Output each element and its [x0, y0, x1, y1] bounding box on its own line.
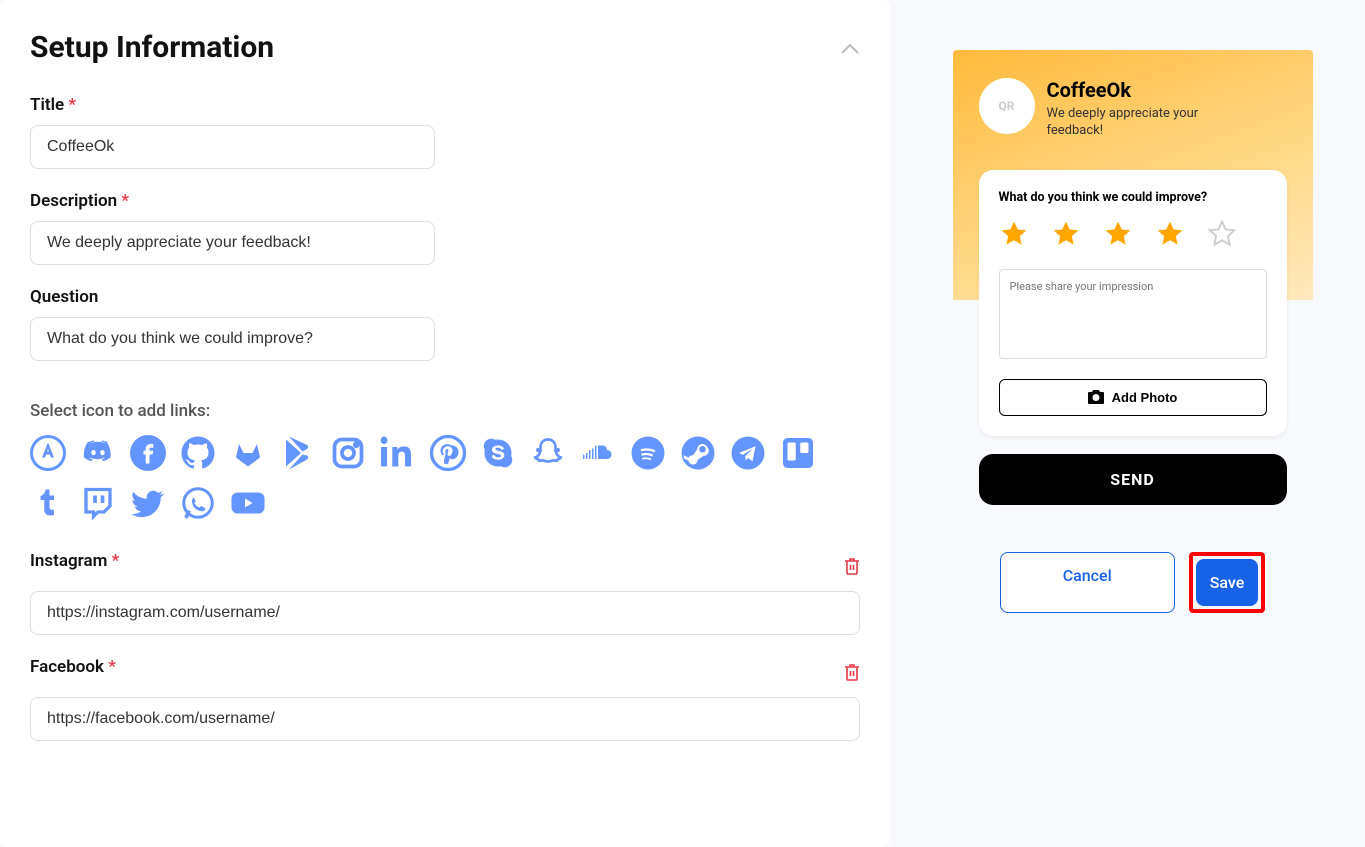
facebook-icon[interactable] — [130, 435, 166, 471]
spotify-icon[interactable] — [630, 435, 666, 471]
instagram-label: Instagram * — [30, 551, 119, 571]
section-header: Setup Information — [30, 30, 860, 65]
question-field-group: Question — [30, 287, 860, 361]
description-input[interactable] — [30, 221, 435, 265]
instagram-input[interactable] — [30, 591, 860, 635]
preview-question: What do you think we could improve? — [999, 190, 1267, 205]
preview-avatar: QR — [979, 78, 1035, 134]
star-3-icon[interactable] — [1103, 219, 1133, 249]
star-4-icon[interactable] — [1155, 219, 1185, 249]
send-button[interactable]: SEND — [979, 454, 1287, 505]
youtube-icon[interactable] — [230, 485, 266, 521]
facebook-link-group: Facebook * — [30, 657, 860, 741]
preview-title: CoffeeOk — [1047, 78, 1247, 102]
description-label: Description * — [30, 191, 860, 211]
title-input[interactable] — [30, 125, 435, 169]
facebook-input[interactable] — [30, 697, 860, 741]
title-field-group: Title * — [30, 95, 860, 169]
preview-feedback-card: What do you think we could improve? Add … — [979, 170, 1287, 436]
star-1-icon[interactable] — [999, 219, 1029, 249]
question-input[interactable] — [30, 317, 435, 361]
tumblr-icon[interactable] — [30, 485, 66, 521]
facebook-label: Facebook * — [30, 657, 116, 677]
gitlab-icon[interactable] — [230, 435, 266, 471]
question-label: Question — [30, 287, 860, 307]
save-button[interactable]: Save — [1196, 559, 1259, 606]
preview-panel: QR CoffeeOk We deeply appreciate your fe… — [890, 0, 1365, 847]
soundcloud-icon[interactable] — [580, 435, 616, 471]
setup-form-panel: Setup Information Title * Description * … — [0, 0, 890, 847]
add-photo-button[interactable]: Add Photo — [999, 379, 1267, 416]
delete-instagram-icon[interactable] — [844, 557, 860, 575]
save-button-highlight: Save — [1189, 552, 1266, 613]
linkedin-icon[interactable] — [380, 435, 416, 471]
googleplay-icon[interactable] — [280, 435, 316, 471]
appstore-icon[interactable] — [30, 435, 66, 471]
twitch-icon[interactable] — [80, 485, 116, 521]
cancel-button[interactable]: Cancel — [1000, 552, 1175, 613]
pinterest-icon[interactable] — [430, 435, 466, 471]
preview-scroll-container[interactable]: QR CoffeeOk We deeply appreciate your fe… — [953, 50, 1313, 530]
steam-icon[interactable] — [680, 435, 716, 471]
description-field-group: Description * — [30, 191, 860, 265]
skype-icon[interactable] — [480, 435, 516, 471]
preview-impression-textarea[interactable] — [999, 269, 1267, 359]
rating-stars — [999, 219, 1267, 249]
trello-icon[interactable] — [780, 435, 816, 471]
delete-facebook-icon[interactable] — [844, 663, 860, 681]
snapchat-icon[interactable] — [530, 435, 566, 471]
action-buttons: Cancel Save — [920, 552, 1345, 613]
camera-icon — [1088, 390, 1104, 404]
section-title: Setup Information — [30, 30, 274, 65]
star-2-icon[interactable] — [1051, 219, 1081, 249]
discord-icon[interactable] — [80, 435, 116, 471]
icons-section-label: Select icon to add links: — [30, 401, 860, 421]
twitter-icon[interactable] — [130, 485, 166, 521]
telegram-icon[interactable] — [730, 435, 766, 471]
title-label: Title * — [30, 95, 860, 115]
github-icon[interactable] — [180, 435, 216, 471]
social-icons-grid — [30, 435, 860, 521]
whatsapp-icon[interactable] — [180, 485, 216, 521]
collapse-chevron-icon[interactable] — [840, 36, 860, 60]
star-5-icon[interactable] — [1207, 219, 1237, 249]
instagram-icon[interactable] — [330, 435, 366, 471]
instagram-link-group: Instagram * — [30, 551, 860, 635]
preview-description: We deeply appreciate your feedback! — [1047, 106, 1247, 140]
